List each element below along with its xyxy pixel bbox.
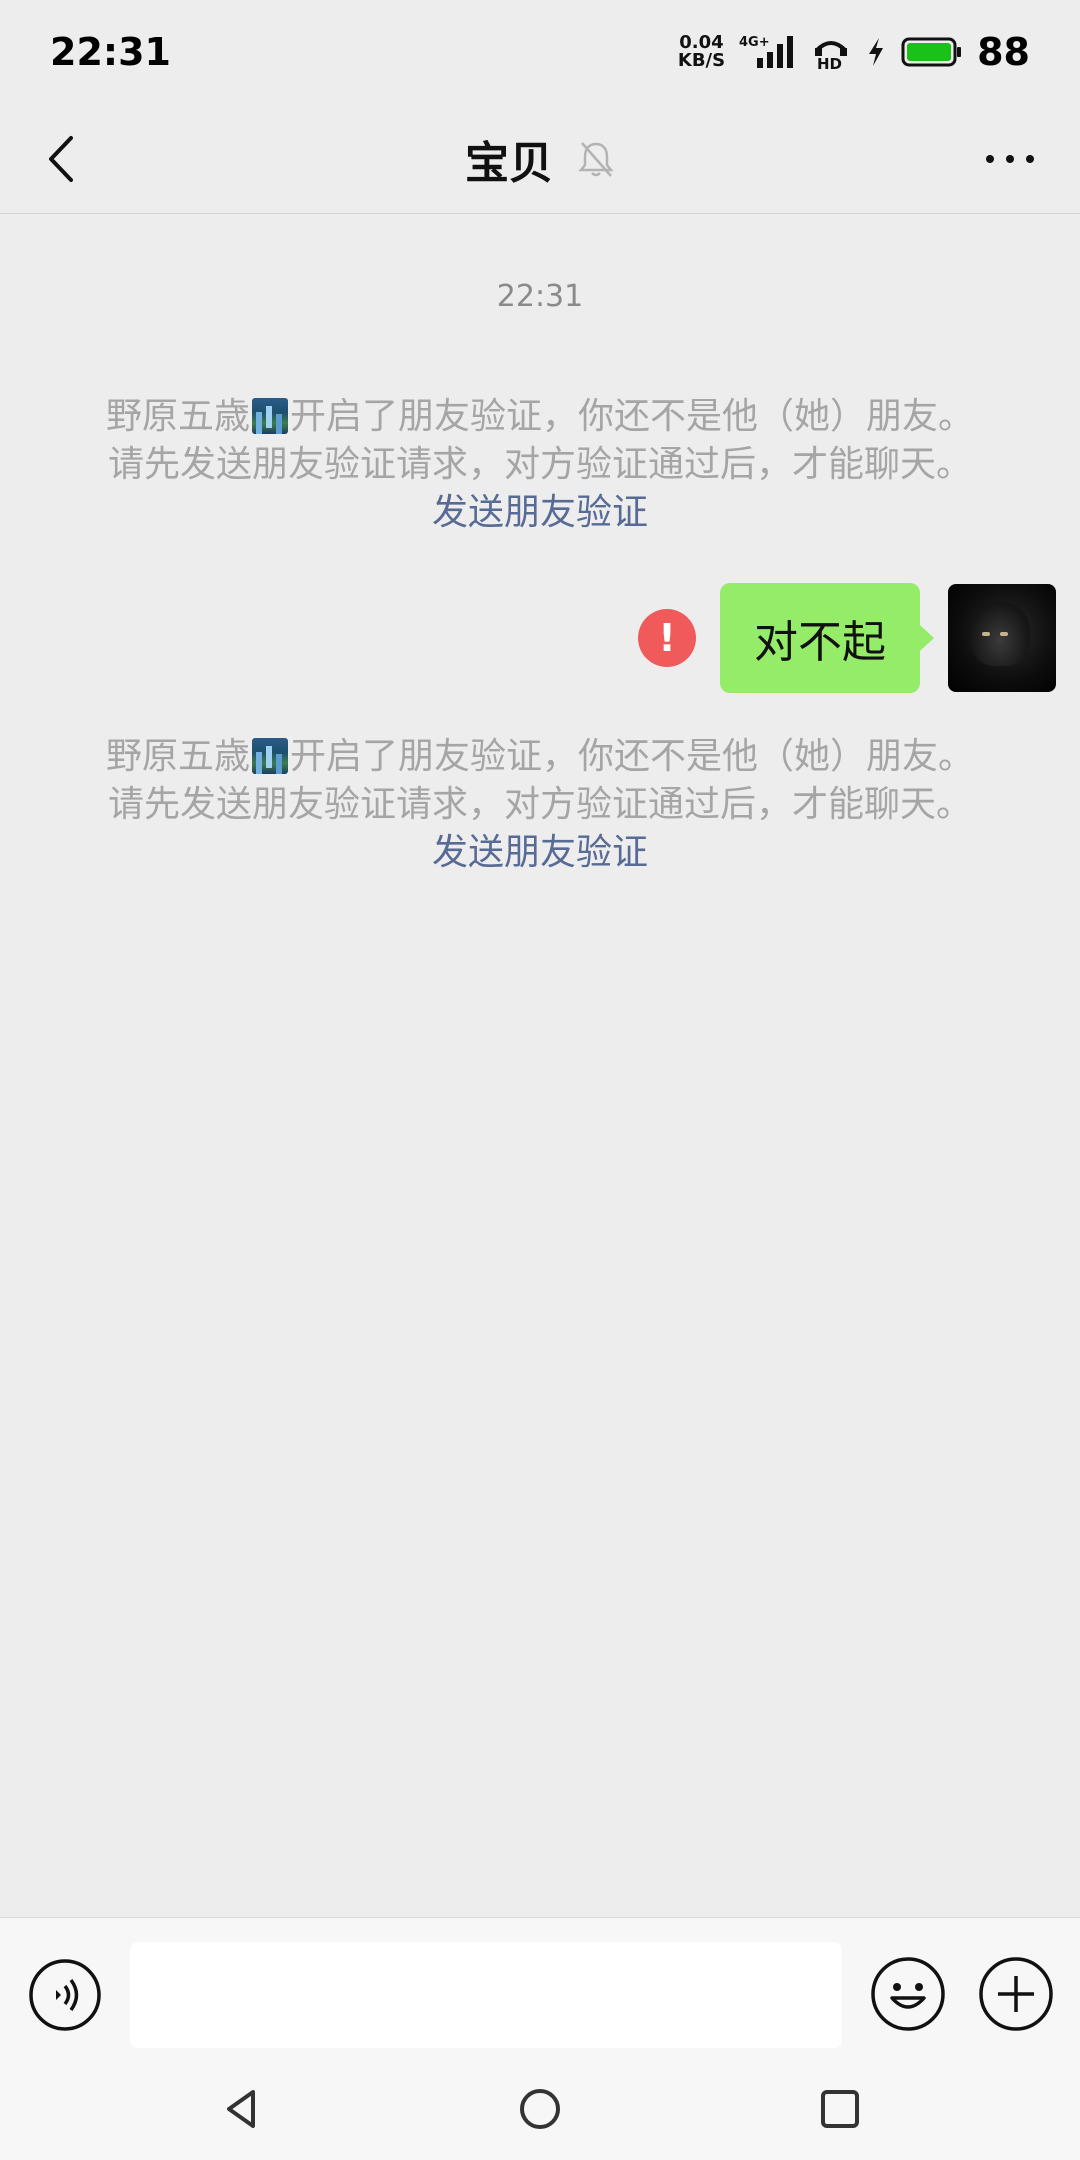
net-speed-unit: KB/S <box>677 50 726 71</box>
hd-label: HD <box>817 55 842 70</box>
chat-header: 宝贝 <box>0 104 1080 214</box>
sent-message-row: ! 对不起 <box>638 583 1056 693</box>
friend-verification-notice: 野原五歳 开启了朋友验证，你还不是他（她）朋友。 请先发送朋友验证请求，对方验证通… <box>60 393 1020 537</box>
message-timestamp: 22:31 <box>496 279 584 314</box>
status-time: 22:31 <box>50 30 171 74</box>
hd-call-icon: HD <box>811 34 851 70</box>
more-button[interactable] <box>970 126 1050 192</box>
notice-text-1: 开启了朋友验证，你还不是他（她）朋友。 <box>290 736 975 777</box>
city-night-emoji-icon <box>252 398 288 434</box>
signal-icon: 4G+ <box>739 34 797 70</box>
send-verification-link[interactable]: 发送朋友验证 <box>432 489 648 537</box>
notice-line-1: 野原五歳 开启了朋友验证，你还不是他（她）朋友。 <box>60 733 1020 781</box>
notice-line-2: 请先发送朋友验证请求，对方验证通过后，才能聊天。 <box>107 444 972 485</box>
avatar[interactable] <box>948 584 1056 692</box>
square-recents-icon <box>821 2090 859 2128</box>
plus-button[interactable] <box>978 1956 1054 2032</box>
triangle-back-icon <box>227 2090 255 2128</box>
notice-text-1: 开启了朋友验证，你还不是他（她）朋友。 <box>290 396 975 437</box>
network-label: 4G+ <box>739 35 770 50</box>
emoji-icon <box>871 1957 945 2031</box>
contact-name: 野原五歳 <box>105 396 250 437</box>
friend-verification-notice: 野原五歳 开启了朋友验证，你还不是他（她）朋友。 请先发送朋友验证请求，对方验证通… <box>60 733 1020 877</box>
circle-home-icon <box>520 2089 560 2129</box>
input-bar <box>0 1917 1080 2055</box>
message-bubble[interactable]: 对不起 <box>720 583 934 693</box>
contact-name: 野原五歳 <box>105 736 250 777</box>
message-input[interactable] <box>130 1942 842 2048</box>
chat-title-wrap: 宝贝 <box>0 104 1080 214</box>
emoji-button[interactable] <box>870 1956 946 2032</box>
voice-button[interactable] <box>28 1958 102 2032</box>
charging-icon <box>865 34 887 70</box>
system-nav-bar <box>0 2055 1080 2160</box>
system-home-button[interactable] <box>500 2069 580 2149</box>
send-verification-link[interactable]: 发送朋友验证 <box>432 829 648 877</box>
more-dots-icon <box>986 155 1034 163</box>
net-speed: 0.04 KB/S <box>678 34 725 70</box>
notice-line-1: 野原五歳 开启了朋友验证，你还不是他（她）朋友。 <box>60 393 1020 441</box>
system-recents-button[interactable] <box>800 2069 880 2149</box>
notice-line-2: 请先发送朋友验证请求，对方验证通过后，才能聊天。 <box>107 784 972 825</box>
voice-icon <box>29 1959 101 2031</box>
status-icons: 0.04 KB/S 4G+ HD 88 <box>678 30 1030 74</box>
system-back-button[interactable] <box>202 2069 282 2149</box>
chat-area[interactable]: 22:31 野原五歳 开启了朋友验证，你还不是他（她）朋友。 请先发送朋友验证请求… <box>0 215 1080 1917</box>
plus-icon <box>979 1957 1053 2031</box>
battery-level: 88 <box>977 30 1030 74</box>
battery-icon <box>901 36 963 68</box>
send-failed-icon[interactable]: ! <box>638 609 696 667</box>
status-bar: 22:31 0.04 KB/S 4G+ HD 88 <box>0 0 1080 104</box>
chat-title: 宝贝 <box>465 138 553 189</box>
city-night-emoji-icon <box>252 738 288 774</box>
bell-off-icon <box>578 142 614 177</box>
